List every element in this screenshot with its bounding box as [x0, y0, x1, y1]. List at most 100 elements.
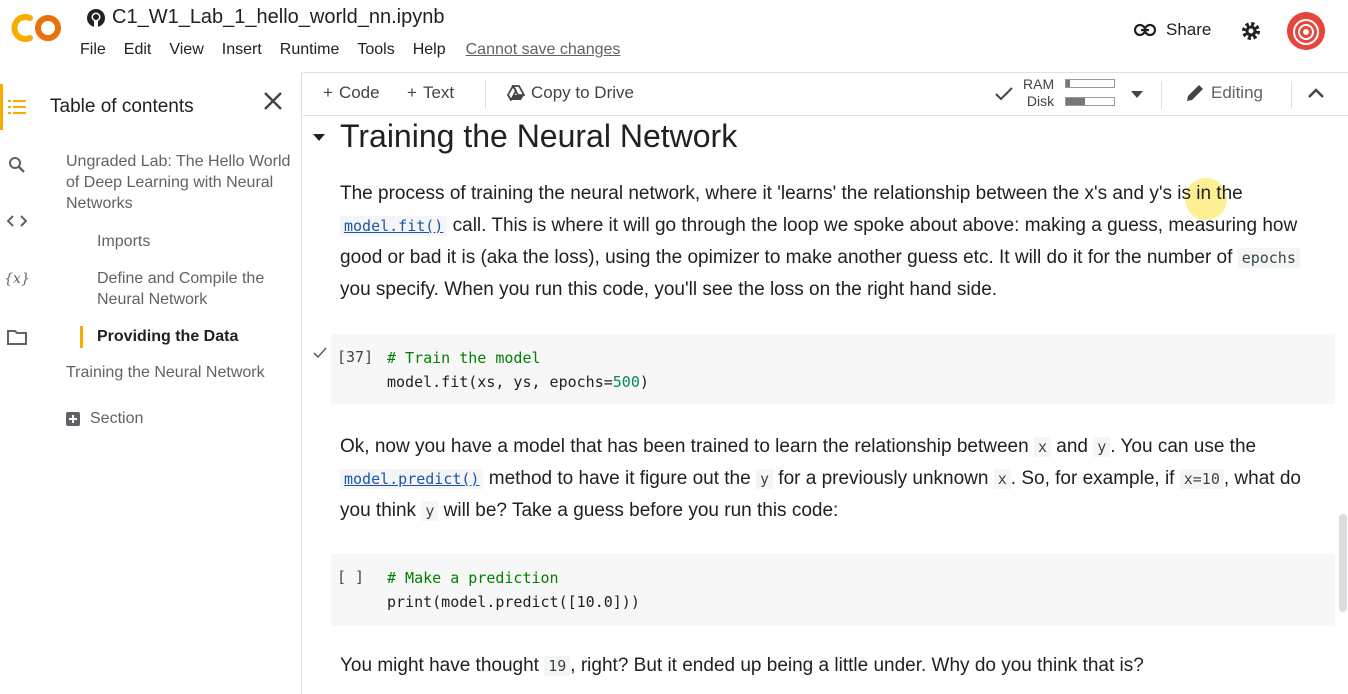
toolbar-divider: [1161, 81, 1162, 109]
colab-logo[interactable]: [10, 12, 64, 44]
share-label: Share: [1166, 20, 1212, 39]
code-cell-train[interactable]: [37] # Train the model model.fit(xs, ys,…: [331, 334, 1335, 404]
add-section-button[interactable]: Section: [66, 410, 143, 428]
ram-meter: [1065, 79, 1115, 88]
save-status-link[interactable]: Cannot save changes: [466, 41, 621, 59]
para-text: you specify. When you run this code, you…: [340, 279, 998, 300]
code-line: ): [639, 373, 649, 391]
inline-code-x: x: [993, 469, 1011, 489]
github-icon: [87, 8, 105, 27]
plus-icon: +: [407, 83, 417, 102]
code-line: model.fit(xs, ys, epochs=: [387, 373, 613, 391]
notebook-content: Training the Neural Network The process …: [303, 116, 1348, 694]
close-icon[interactable]: [262, 90, 284, 112]
code-editor[interactable]: # Train the model model.fit(xs, ys, epoc…: [387, 346, 649, 394]
para-text: You might have thought: [340, 655, 545, 676]
drive-icon: [507, 85, 525, 101]
toc-item-training[interactable]: Training the Neural Network: [66, 362, 296, 383]
search-icon[interactable]: [6, 154, 28, 176]
menu-view[interactable]: View: [169, 41, 211, 59]
menu-edit[interactable]: Edit: [124, 41, 160, 59]
inline-code-y: y: [1093, 437, 1111, 457]
copy-to-drive-button[interactable]: Copy to Drive: [507, 83, 634, 103]
menu-help[interactable]: Help: [413, 41, 454, 59]
user-avatar[interactable]: [1287, 12, 1325, 50]
inline-code-19: 19: [544, 656, 571, 676]
add-code-button[interactable]: + Code: [323, 83, 380, 103]
toc-item-imports[interactable]: Imports: [97, 231, 292, 252]
para-text: call. This is where it will go through t…: [340, 215, 1298, 268]
editing-label: Editing: [1211, 83, 1263, 102]
code-line: print(model.predict([10.0])): [387, 593, 640, 611]
toc-item-ungraded-lab[interactable]: Ungraded Lab: The Hello World of Deep Le…: [66, 151, 291, 214]
toc-icon[interactable]: [6, 96, 28, 118]
inline-code-x: x: [1033, 437, 1051, 457]
gear-icon[interactable]: [1240, 20, 1262, 42]
model-fit-link[interactable]: model.fit(): [340, 216, 448, 236]
para-text: . So, for example, if: [1010, 468, 1180, 489]
notebook-toolbar: + Code + Text Copy to Drive RAM Disk Edi…: [303, 72, 1348, 116]
execution-count[interactable]: [ ]: [337, 568, 364, 586]
menu-insert[interactable]: Insert: [222, 41, 270, 59]
para-text: and: [1050, 436, 1094, 457]
notebook-title[interactable]: C1_W1_Lab_1_hello_world_nn.ipynb: [112, 6, 444, 29]
text-cell-followup[interactable]: You might have thought 19, right? But it…: [340, 650, 1335, 682]
resource-labels[interactable]: RAM Disk: [1023, 76, 1054, 110]
section-heading: Training the Neural Network: [340, 118, 738, 154]
code-comment: # Train the model: [387, 349, 541, 367]
code-editor[interactable]: # Make a prediction print(model.predict(…: [387, 566, 640, 614]
pencil-icon: [1187, 85, 1203, 101]
para-text: for a previously unknown: [773, 468, 994, 489]
text-cell-training-intro[interactable]: The process of training the neural netwo…: [340, 178, 1335, 306]
para-text: method to have it figure out the: [483, 468, 756, 489]
inline-code-y: y: [755, 469, 774, 489]
table-of-contents-panel: Table of contents Ungraded Lab: The Hell…: [36, 72, 302, 694]
add-code-label: Code: [338, 83, 380, 102]
share-button[interactable]: Share: [1134, 20, 1211, 40]
para-text: . You can use the: [1110, 436, 1257, 457]
toc-item-providing-data[interactable]: Providing the Data: [97, 326, 292, 347]
add-text-button[interactable]: + Text: [407, 83, 454, 103]
toc-active-indicator: [80, 326, 83, 348]
inline-code-x10: x=10: [1179, 469, 1224, 489]
inline-code-y: y: [421, 501, 439, 521]
ram-label: RAM: [1023, 76, 1055, 92]
disk-meter: [1065, 97, 1115, 106]
menu-bar: File Edit View Insert Runtime Tools Help…: [80, 41, 620, 59]
menu-tools[interactable]: Tools: [357, 41, 402, 59]
add-box-icon: [66, 412, 80, 426]
toc-title: Table of contents: [50, 96, 194, 117]
model-predict-link[interactable]: model.predict(): [340, 469, 484, 489]
para-text: will be? Take a guess before you run thi…: [438, 500, 839, 521]
variables-icon[interactable]: {x}: [4, 268, 30, 290]
files-icon[interactable]: [6, 326, 28, 348]
chevron-up-icon[interactable]: [1308, 88, 1324, 98]
copy-to-drive-label: Copy to Drive: [531, 83, 634, 102]
menu-runtime[interactable]: Runtime: [280, 41, 348, 59]
app-header: C1_W1_Lab_1_hello_world_nn.ipynb File Ed…: [0, 0, 1348, 72]
chevron-down-icon[interactable]: [1131, 91, 1143, 99]
content-scrollbar[interactable]: [1339, 514, 1347, 612]
code-number: 500: [612, 373, 640, 391]
para-text: Ok, now you have a model that has been t…: [340, 436, 1034, 457]
avatar-icon: [1287, 12, 1325, 50]
execution-count[interactable]: [37]: [337, 348, 373, 366]
link-icon: [1134, 23, 1156, 37]
side-rail: {x}: [0, 72, 36, 694]
toc-item-define-compile[interactable]: Define and Compile the Neural Network: [97, 268, 292, 310]
para-text: The process of training the neural netwo…: [340, 183, 1243, 204]
add-text-label: Text: [422, 83, 455, 102]
menu-file[interactable]: File: [80, 41, 114, 59]
executed-check-icon: [313, 347, 327, 359]
code-cell-predict[interactable]: [ ] # Make a prediction print(model.pred…: [331, 554, 1335, 626]
code-snippets-icon[interactable]: [6, 210, 28, 232]
editing-mode-button[interactable]: Editing: [1185, 83, 1263, 103]
collapse-section-caret[interactable]: [313, 134, 325, 141]
connected-check-icon: [995, 87, 1013, 101]
para-text: , right? But it ended up being a little …: [570, 655, 1144, 676]
code-comment: # Make a prediction: [387, 569, 559, 587]
text-cell-prediction-intro[interactable]: Ok, now you have a model that has been t…: [340, 431, 1335, 527]
plus-icon: +: [323, 83, 333, 102]
section-label: Section: [90, 410, 144, 427]
toolbar-divider: [485, 81, 486, 109]
